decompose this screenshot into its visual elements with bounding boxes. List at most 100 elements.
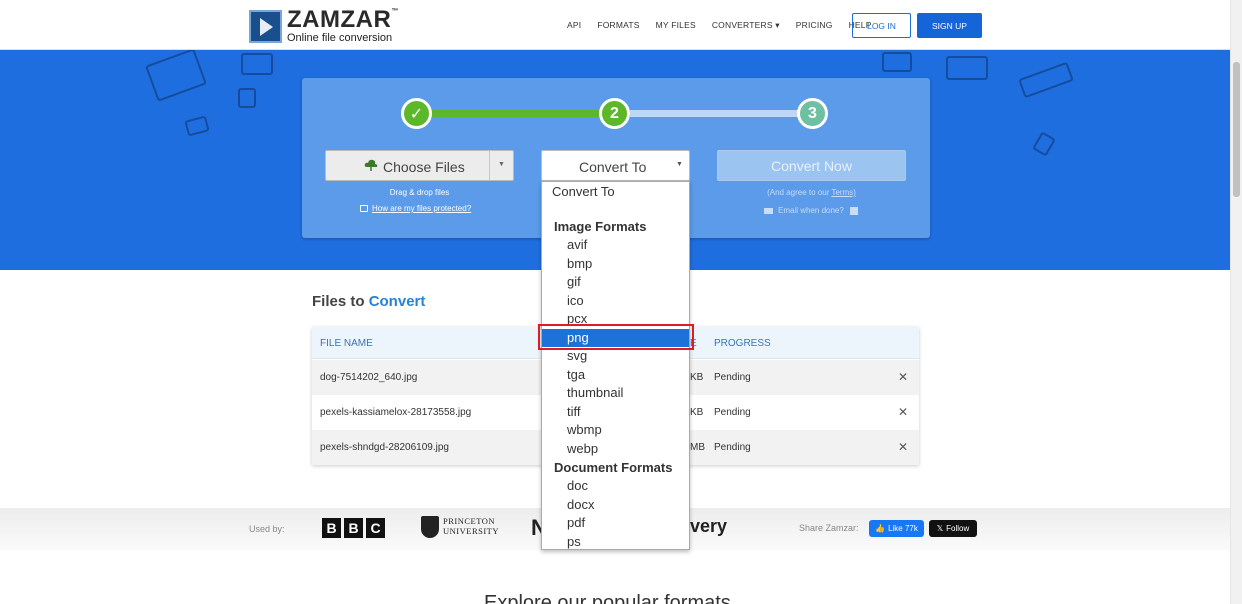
logo-tagline: Online file conversion: [287, 32, 393, 44]
file-size: MB: [690, 442, 705, 453]
agree-terms-text: (And agree to our Terms): [717, 188, 906, 197]
step-2-indicator: 2: [599, 98, 630, 129]
dropdown-option-avif[interactable]: avif: [542, 236, 689, 254]
choose-files-label: Choose Files: [383, 159, 465, 175]
choose-files-button[interactable]: Choose Files ▼: [325, 150, 514, 181]
zamzar-logo-icon: [249, 9, 282, 43]
remove-file-icon[interactable]: ✕: [898, 405, 908, 419]
convert-now-button[interactable]: Convert Now: [717, 150, 906, 181]
x-logo-icon: 𝕏: [936, 524, 944, 533]
file-name: pexels-kassiamelox-28173558.jpg: [320, 407, 472, 418]
dropdown-group-image-formats: Image Formats: [554, 219, 647, 234]
bbc-letter: B: [322, 518, 341, 538]
files-protected-link-label: How are my files protected?: [372, 204, 472, 213]
scrollbar-thumb[interactable]: [1233, 62, 1240, 197]
step-3-indicator: 3: [797, 98, 828, 129]
convert-to-select[interactable]: Convert To ▼: [541, 150, 690, 181]
dropdown-option-pdf[interactable]: pdf: [542, 514, 689, 532]
cloud-upload-icon: [364, 159, 378, 171]
file-status: Pending: [714, 407, 751, 418]
dropdown-option-svg[interactable]: svg: [542, 347, 689, 365]
email-checkbox[interactable]: [849, 206, 858, 215]
remove-file-icon[interactable]: ✕: [898, 440, 908, 454]
file-size: KB: [690, 407, 704, 418]
email-when-done[interactable]: Email when done?: [764, 206, 858, 215]
ruler-doodle-icon: [1018, 61, 1074, 99]
files-title-accent: Convert: [368, 293, 426, 310]
login-button[interactable]: LOG IN: [852, 13, 911, 38]
page-scrollbar[interactable]: [1230, 0, 1242, 604]
doodle-icon: [241, 53, 273, 75]
dropdown-option-ico[interactable]: ico: [542, 292, 689, 310]
terms-link[interactable]: Terms): [831, 188, 855, 197]
lock-icon: [360, 205, 368, 212]
dropdown-option-wbmp[interactable]: wbmp: [542, 421, 689, 439]
dropdown-option-tga[interactable]: tga: [542, 366, 689, 384]
col-file-name: FILE NAME: [320, 338, 373, 349]
envelope-icon: [764, 207, 773, 214]
dropdown-group-document-formats: Document Formats: [554, 460, 673, 475]
nav-converters[interactable]: CONVERTERS ▾: [712, 20, 780, 31]
file-size: KB: [690, 372, 704, 383]
nav-api[interactable]: API: [567, 20, 581, 31]
bbc-letter: C: [366, 518, 385, 538]
logo-tm: ™: [391, 8, 399, 15]
col-progress: PROGRESS: [714, 338, 771, 349]
file-name: dog-7514202_640.jpg: [320, 372, 418, 383]
doodle-icon: [238, 88, 256, 108]
logo-name: ZAMZAR: [287, 6, 392, 33]
files-title-plain: Files to: [312, 293, 365, 310]
drag-drop-text: Drag & drop files: [389, 188, 450, 197]
dropdown-option-gif[interactable]: gif: [542, 273, 689, 291]
dropdown-option-tiff[interactable]: tiff: [542, 403, 689, 421]
remove-file-icon[interactable]: ✕: [898, 370, 908, 384]
dropdown-option-pcx[interactable]: pcx: [542, 310, 689, 328]
explore-formats-heading: Explore our popular formats: [484, 592, 731, 604]
dropdown-option-doc[interactable]: doc: [542, 477, 689, 495]
x-follow-label: Follow: [946, 524, 970, 533]
shield-icon: [421, 516, 439, 538]
zamzar-logo[interactable]: ZAMZAR™ Online file conversion: [249, 8, 399, 44]
choose-files-caret-icon[interactable]: ▼: [498, 161, 505, 168]
doodle-icon: [946, 56, 988, 80]
facebook-like-button[interactable]: 👍 Like 77k: [869, 520, 924, 537]
files-protected-link[interactable]: How are my files protected?: [360, 204, 471, 213]
nav-my-files[interactable]: MY FILES: [656, 20, 696, 31]
nav-pricing[interactable]: PRICING: [796, 20, 833, 31]
file-status: Pending: [714, 372, 751, 383]
share-label: Share Zamzar:: [799, 523, 859, 533]
partial-logo-right: very: [690, 516, 728, 536]
bbc-logo: B B C: [322, 518, 385, 538]
progress-track-pending: [630, 110, 798, 117]
dropdown-option-thumbnail[interactable]: thumbnail: [542, 384, 689, 402]
cad-doodle-icon: [145, 48, 207, 102]
bbc-letter: B: [344, 518, 363, 538]
main-nav: API FORMATS MY FILES CONVERTERS ▾ PRICIN…: [567, 20, 888, 31]
x-follow-button[interactable]: 𝕏 Follow: [929, 520, 977, 537]
signup-button[interactable]: SIGN UP: [917, 13, 982, 38]
progress-track-done: [432, 110, 600, 117]
doodle-icon: [882, 52, 912, 72]
files-section-title: Files to Convert: [312, 293, 425, 310]
top-header: ZAMZAR™ Online file conversion API FORMA…: [0, 0, 1230, 50]
dropdown-option-png[interactable]: png: [542, 329, 689, 347]
page: ZAMZAR™ Online file conversion API FORMA…: [0, 0, 1242, 604]
dropdown-option-ps[interactable]: ps: [542, 533, 689, 551]
used-by-label: Used by:: [249, 524, 285, 534]
file-status: Pending: [714, 442, 751, 453]
dropdown-option-docx[interactable]: docx: [542, 496, 689, 514]
convert-to-label: Convert To: [579, 159, 647, 175]
email-when-done-label: Email when done?: [778, 206, 844, 215]
file-name: pexels-shndgd-28206109.jpg: [320, 442, 449, 453]
thumbs-up-icon: 👍: [875, 524, 886, 533]
doodle-icon: [1032, 131, 1056, 157]
agree-text: (And agree to our: [767, 188, 830, 197]
princeton-logo: PRINCETON UNIVERSITY: [421, 516, 499, 538]
dropdown-option-bmp[interactable]: bmp: [542, 255, 689, 273]
convert-to-dropdown-list[interactable]: Convert To Image Formats avif bmp gif ic…: [541, 181, 690, 550]
dropdown-option-webp[interactable]: webp: [542, 440, 689, 458]
col-size: E: [690, 338, 697, 349]
princeton-line-2: UNIVERSITY: [443, 526, 499, 536]
dropdown-placeholder-option[interactable]: Convert To: [542, 183, 689, 201]
nav-formats[interactable]: FORMATS: [597, 20, 639, 31]
